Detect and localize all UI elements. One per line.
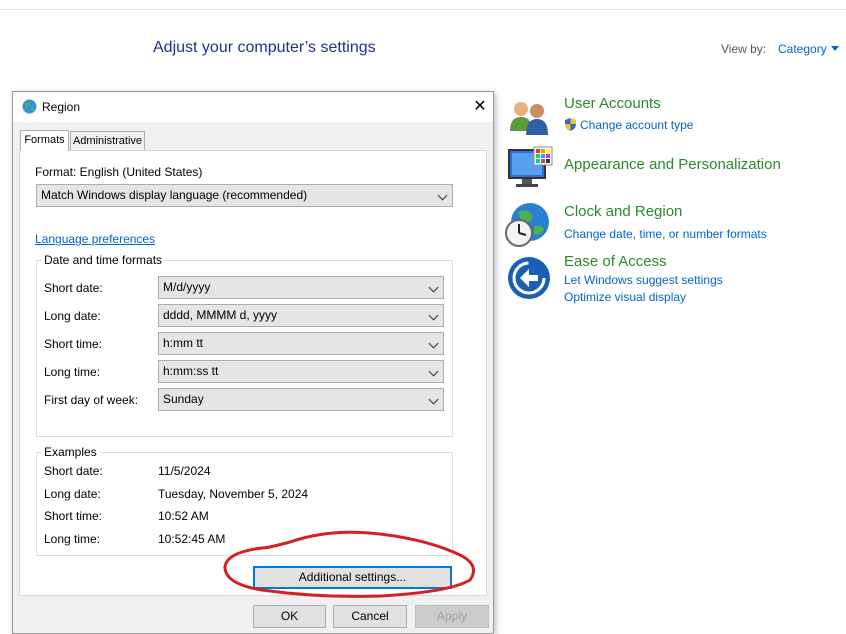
- short-date-value: M/d/yyyy: [163, 280, 211, 294]
- format-select[interactable]: Match Windows display language (recommen…: [36, 184, 453, 207]
- formats-panel: Format: English (United States) Match Wi…: [19, 150, 487, 596]
- view-by-label: View by:: [721, 42, 767, 56]
- language-preferences-link[interactable]: Language preferences: [35, 232, 155, 246]
- format-select-value: Match Windows display language (recommen…: [41, 188, 308, 202]
- dialog-title: Region: [42, 100, 81, 114]
- category-clock-region[interactable]: Clock and Region: [564, 203, 682, 220]
- tab-formats[interactable]: Formats: [20, 130, 69, 151]
- optimize-display-link[interactable]: Optimize visual display: [564, 290, 686, 304]
- long-date-value: dddd, MMMM d, yyyy: [163, 308, 278, 322]
- example-short-time-value: 10:52 AM: [158, 509, 209, 523]
- globe-icon: [22, 99, 37, 114]
- suggest-settings-link[interactable]: Let Windows suggest settings: [564, 273, 723, 287]
- category-ease-of-access[interactable]: Ease of Access: [564, 253, 667, 270]
- short-time-value: h:mm tt: [163, 336, 204, 350]
- example-long-date-value: Tuesday, November 5, 2024: [158, 487, 309, 501]
- example-long-time-label: Long time:: [44, 532, 101, 546]
- long-time-value: h:mm:ss tt: [163, 364, 219, 378]
- example-long-date-label: Long date:: [44, 487, 101, 501]
- chevron-down-icon: [428, 366, 439, 377]
- cancel-button[interactable]: Cancel: [333, 605, 407, 628]
- tab-administrative[interactable]: Administrative: [70, 131, 145, 150]
- region-dialog: Region ✕ Formats Administrative Format: …: [12, 91, 494, 634]
- example-long-time-value: 10:52:45 AM: [158, 532, 226, 546]
- category-appearance[interactable]: Appearance and Personalization: [564, 156, 781, 173]
- long-time-label: Long time:: [44, 365, 101, 379]
- first-day-value: Sunday: [163, 392, 204, 406]
- example-short-date-label: Short date:: [44, 464, 103, 478]
- example-short-time-label: Short time:: [44, 509, 103, 523]
- ok-button[interactable]: OK: [253, 605, 326, 628]
- apply-button[interactable]: Apply: [415, 605, 489, 628]
- short-time-select[interactable]: h:mm tt: [158, 332, 444, 355]
- top-divider: [0, 9, 846, 10]
- dialog-titlebar[interactable]: Region ✕: [13, 92, 493, 122]
- long-date-select[interactable]: dddd, MMMM d, yyyy: [158, 304, 444, 327]
- chevron-down-icon: [428, 338, 439, 349]
- chevron-down-icon[interactable]: [831, 46, 839, 51]
- long-date-label: Long date:: [44, 309, 101, 323]
- examples-legend: Examples: [42, 445, 99, 459]
- change-account-type-link[interactable]: Change account type: [580, 118, 693, 132]
- change-date-formats-link[interactable]: Change date, time, or number formats: [564, 227, 767, 241]
- view-by-dropdown[interactable]: Category: [778, 42, 827, 56]
- additional-settings-button[interactable]: Additional settings...: [253, 566, 452, 589]
- short-date-select[interactable]: M/d/yyyy: [158, 276, 444, 299]
- chevron-down-icon: [428, 394, 439, 405]
- close-button[interactable]: ✕: [468, 95, 492, 119]
- chevron-down-icon: [428, 310, 439, 321]
- category-user-accounts[interactable]: User Accounts: [564, 95, 661, 112]
- format-label: Format: English (United States): [35, 165, 203, 179]
- short-date-label: Short date:: [44, 281, 103, 295]
- users-icon[interactable]: [506, 97, 552, 143]
- first-day-select[interactable]: Sunday: [158, 388, 444, 411]
- example-short-date-value: 11/5/2024: [158, 464, 211, 478]
- globe-clock-icon[interactable]: [504, 202, 550, 248]
- short-time-label: Short time:: [44, 337, 103, 351]
- long-time-select[interactable]: h:mm:ss tt: [158, 360, 444, 383]
- first-day-label: First day of week:: [44, 393, 139, 407]
- date-time-formats-legend: Date and time formats: [42, 253, 165, 267]
- page-title: Adjust your computer’s settings: [153, 39, 376, 56]
- monitor-palette-icon[interactable]: [506, 145, 553, 191]
- chevron-down-icon: [437, 190, 448, 201]
- chevron-down-icon: [428, 282, 439, 293]
- ease-of-access-icon[interactable]: [506, 255, 552, 301]
- shield-icon: [563, 117, 578, 132]
